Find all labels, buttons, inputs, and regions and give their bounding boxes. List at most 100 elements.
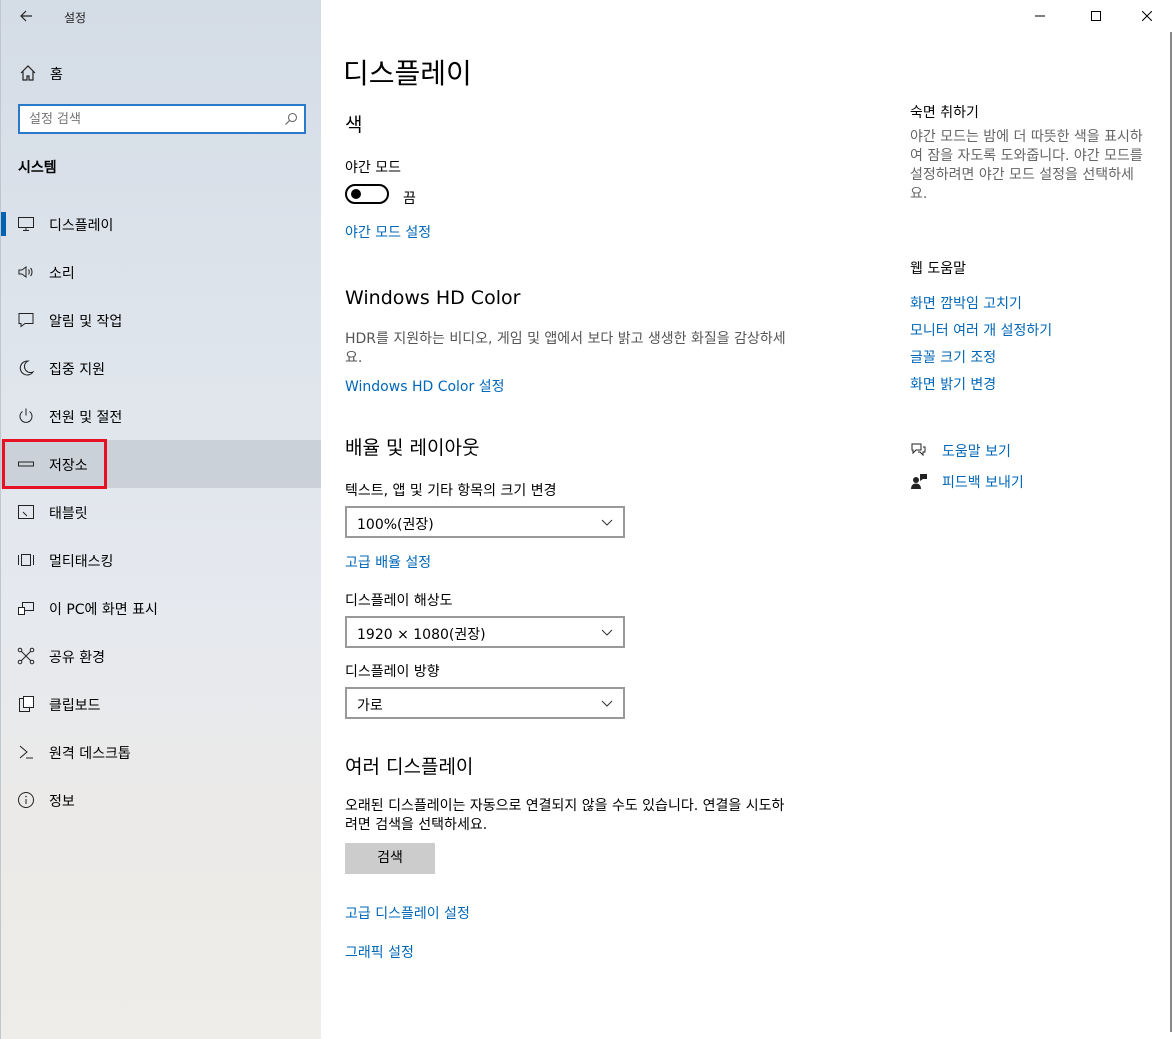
chevron-down-icon: [601, 629, 613, 636]
storage-icon: [18, 461, 34, 467]
resolution-label: 디스플레이 해상도: [345, 593, 453, 609]
get-help-link[interactable]: 도움말 보기: [942, 441, 1011, 461]
home-icon: [20, 65, 36, 81]
orientation-label: 디스플레이 방향: [345, 664, 440, 680]
sidebar-item-label: 저장소: [49, 458, 88, 474]
window-controls: [1015, 0, 1175, 32]
advanced-display-link[interactable]: 고급 디스플레이 설정: [345, 903, 470, 923]
advanced-scaling-link[interactable]: 고급 배율 설정: [345, 552, 431, 572]
sidebar-item-label: 이 PC에 화면 표시: [49, 602, 158, 618]
sidebar-item-label: 멀티태스킹: [49, 554, 114, 570]
multitasking-icon: [18, 554, 34, 566]
web-help-link[interactable]: 모니터 여러 개 설정하기: [910, 320, 1052, 340]
sidebar-item-label: 전원 및 절전: [49, 410, 123, 426]
sidebar-item-shared-experiences[interactable]: 공유 환경: [1, 632, 322, 680]
sidebar-item-label: 원격 데스크톱: [49, 746, 131, 762]
sidebar-item-project-to-pc[interactable]: 이 PC에 화면 표시: [1, 584, 322, 632]
search-icon: [285, 112, 298, 125]
resolution-value: 1920 × 1080(권장): [357, 627, 486, 643]
share-icon: [17, 647, 35, 665]
notification-icon: [18, 313, 34, 328]
sidebar-item-about[interactable]: 정보: [1, 776, 322, 824]
orientation-value: 가로: [357, 698, 383, 714]
toggle-knob: [351, 189, 361, 199]
scale-size-value: 100%(권장): [357, 517, 434, 533]
remote-desktop-icon: [19, 745, 33, 759]
home-label: 홈: [50, 67, 63, 83]
sidebar-item-clipboard[interactable]: 클립보드: [1, 680, 322, 728]
sidebar-item-storage[interactable]: 저장소: [1, 440, 322, 488]
tablet-icon: [18, 505, 34, 519]
sidebar-item-label: 디스플레이: [49, 218, 114, 234]
settings-search[interactable]: [18, 104, 306, 134]
scale-size-label: 텍스트, 앱 및 기타 항목의 크기 변경: [345, 483, 557, 499]
multi-display-description: 오래된 디스플레이는 자동으로 연결되지 않을 수도 있습니다. 연결을 시도하…: [345, 798, 785, 833]
chevron-down-icon: [601, 700, 613, 707]
sidebar-item-notifications[interactable]: 알림 및 작업: [1, 296, 322, 344]
hdr-description: HDR를 지원하는 비디오, 게임 및 앱에서 보다 밝고 생생한 화질을 감상…: [345, 331, 786, 366]
minimize-icon: [1035, 15, 1045, 17]
app-title: 설정: [64, 11, 87, 25]
maximize-icon: [1091, 11, 1101, 21]
moon-icon: [19, 360, 35, 376]
sidebar-item-power-sleep[interactable]: 전원 및 절전: [1, 392, 322, 440]
feedback-link[interactable]: 피드백 보내기: [942, 472, 1024, 492]
back-arrow-icon: [20, 10, 32, 22]
hdr-heading: Windows HD Color: [345, 287, 521, 309]
nav-list: 디스플레이 소리 알림 및 작업 집중 지원 전원 및 절전 저장소 태블릿 멀…: [1, 200, 322, 824]
monitor-icon: [18, 217, 34, 231]
scale-size-dropdown[interactable]: 100%(권장): [345, 506, 625, 538]
web-help-link[interactable]: 화면 밝기 변경: [910, 374, 996, 394]
sleep-heading: 숙면 취하기: [910, 105, 979, 121]
orientation-dropdown[interactable]: 가로: [345, 687, 625, 719]
feedback-icon: [911, 474, 927, 489]
search-input[interactable]: [20, 106, 270, 132]
scrollbar[interactable]: [1170, 32, 1172, 1032]
sidebar-item-label: 공유 환경: [49, 650, 105, 666]
minimize-button[interactable]: [1017, 0, 1063, 32]
hdr-settings-link[interactable]: Windows HD Color 설정: [345, 376, 504, 396]
sidebar-item-tablet[interactable]: 태블릿: [1, 488, 322, 536]
project-icon: [18, 602, 34, 615]
sidebar-item-multitasking[interactable]: 멀티태스킹: [1, 536, 322, 584]
scale-heading: 배율 및 레이아웃: [345, 437, 480, 459]
sidebar-item-label: 태블릿: [49, 506, 88, 522]
sidebar-item-label: 정보: [49, 794, 75, 810]
close-button[interactable]: [1124, 0, 1170, 32]
help-icon: [911, 443, 926, 457]
detect-button[interactable]: 검색: [345, 843, 435, 874]
sidebar-item-remote-desktop[interactable]: 원격 데스크톱: [1, 728, 322, 776]
night-mode-toggle[interactable]: [345, 184, 389, 204]
info-icon: [18, 792, 34, 808]
sidebar-item-label: 알림 및 작업: [49, 314, 123, 330]
power-icon: [19, 408, 33, 423]
sidebar-item-display[interactable]: 디스플레이: [1, 200, 322, 248]
web-help-link[interactable]: 화면 깜박임 고치기: [910, 293, 1022, 313]
title-bar-left: 설정: [1, 0, 322, 32]
maximize-button[interactable]: [1073, 0, 1119, 32]
night-mode-toggle-state: 끔: [403, 191, 416, 207]
back-button[interactable]: [11, 4, 41, 28]
night-mode-label: 야간 모드: [345, 160, 401, 176]
graphics-settings-link[interactable]: 그래픽 설정: [345, 942, 414, 962]
multi-display-heading: 여러 디스플레이: [345, 756, 474, 778]
page-title: 디스플레이: [343, 57, 472, 90]
home-link[interactable]: 홈: [1, 56, 322, 90]
speaker-icon: [18, 266, 33, 278]
sidebar-item-label: 소리: [49, 266, 75, 282]
sleep-description: 야간 모드는 밤에 더 따뜻한 색을 표시하여 잠을 자도록 도와줍니다. 야간…: [910, 129, 1143, 202]
close-icon: [1142, 11, 1152, 21]
web-help-heading: 웹 도움말: [910, 261, 966, 277]
resolution-dropdown[interactable]: 1920 × 1080(권장): [345, 616, 625, 648]
sidebar: 설정 홈 시스템 디스플레이 소리 알림 및 작업 집중 지원 전원 및 절전: [0, 0, 322, 1039]
sidebar-item-focus-assist[interactable]: 집중 지원: [1, 344, 322, 392]
main-content: 디스플레이 색 야간 모드 끔 야간 모드 설정 Windows HD Colo…: [321, 0, 1175, 1039]
night-mode-settings-link[interactable]: 야간 모드 설정: [345, 222, 431, 242]
sidebar-item-label: 클립보드: [49, 698, 101, 714]
sidebar-item-label: 집중 지원: [49, 362, 105, 378]
sidebar-item-sound[interactable]: 소리: [1, 248, 322, 296]
web-help-link[interactable]: 글꼴 크기 조정: [910, 347, 996, 367]
color-heading: 색: [345, 114, 363, 136]
section-title: 시스템: [18, 160, 57, 176]
chevron-down-icon: [601, 519, 613, 526]
